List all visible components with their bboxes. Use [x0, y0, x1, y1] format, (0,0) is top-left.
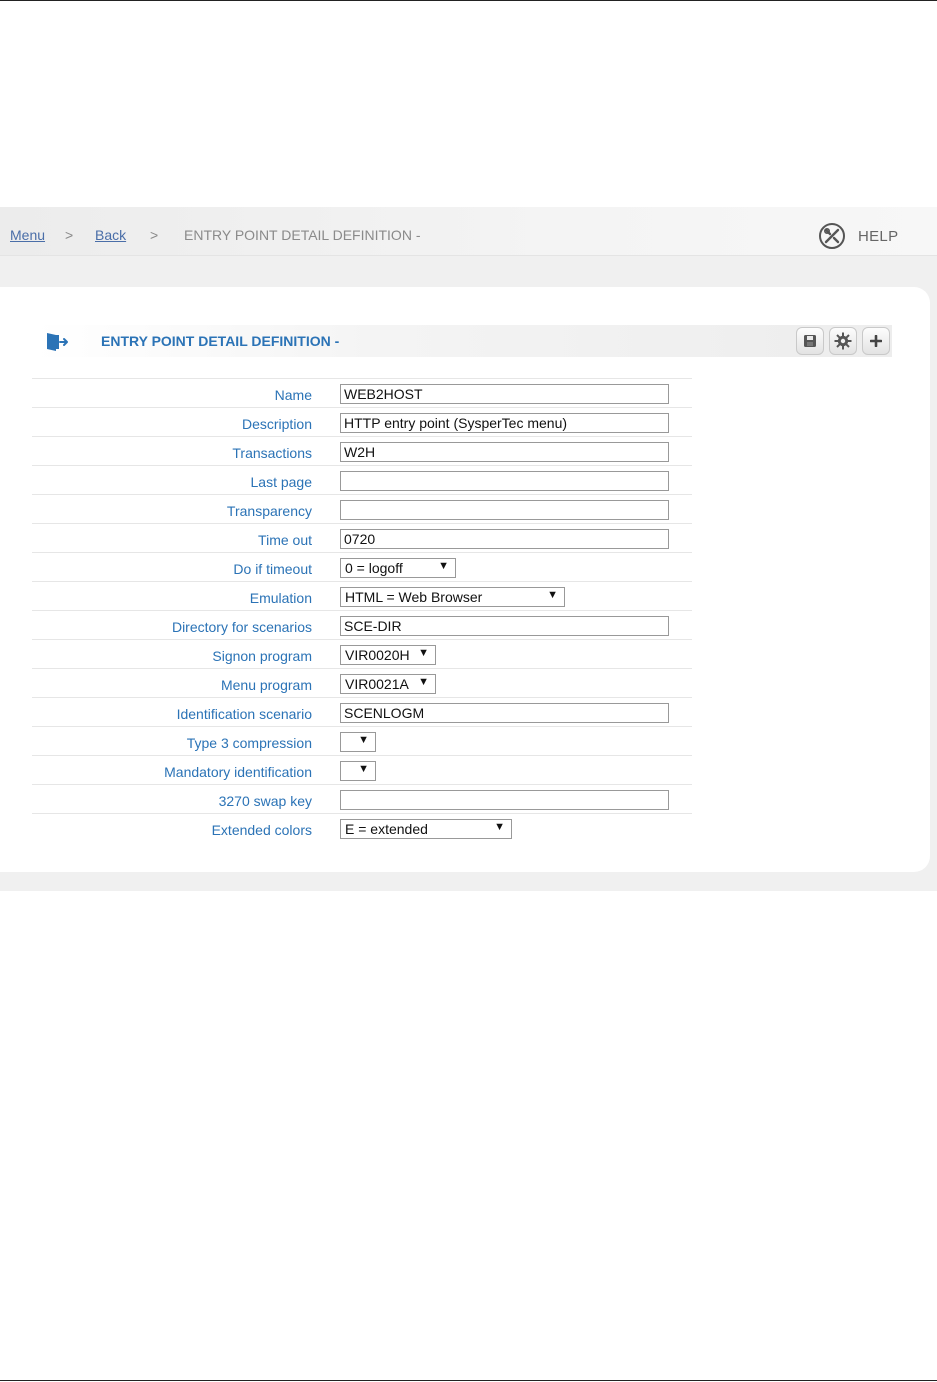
- form-row-time-out: Time out: [32, 523, 692, 552]
- gear-icon: [834, 332, 852, 350]
- form-row-type3-compression: Type 3 compression ▼: [32, 726, 692, 755]
- menu-program-value: VIR0021A: [345, 676, 409, 692]
- do-if-timeout-select[interactable]: 0 = logoff ▼: [340, 558, 456, 578]
- signon-program-label: Signon program: [212, 648, 312, 664]
- form-row-last-page: Last page: [32, 465, 692, 494]
- name-label: Name: [274, 387, 312, 403]
- mandatory-identification-select[interactable]: ▼: [340, 761, 376, 781]
- help-label: HELP: [858, 227, 899, 245]
- form-row-extended-colors: Extended colors E = extended ▼: [32, 813, 692, 842]
- description-label: Description: [241, 416, 312, 432]
- extended-colors-value: E = extended: [345, 821, 428, 837]
- application-screenshot: Menu > Back > ENTRY POINT DETAIL DEFINIT…: [0, 207, 937, 891]
- dropdown-arrow-icon: ▼: [418, 647, 429, 659]
- transparency-input[interactable]: [340, 500, 669, 520]
- time-out-label: Time out: [258, 532, 312, 548]
- time-out-input[interactable]: [340, 529, 669, 549]
- identification-scenario-input[interactable]: [340, 703, 669, 723]
- type3-compression-label: Type 3 compression: [186, 735, 312, 751]
- transactions-label: Transactions: [232, 445, 312, 461]
- breadcrumb-back-link[interactable]: Back: [95, 227, 126, 243]
- tools-icon: [819, 223, 845, 249]
- form-row-do-if-timeout: Do if timeout 0 = logoff ▼: [32, 552, 692, 581]
- breadcrumb-separator: >: [65, 227, 74, 243]
- page-bottom-rule: [0, 1380, 937, 1381]
- dropdown-arrow-icon: ▼: [358, 734, 369, 746]
- door-exit-icon: [47, 333, 68, 351]
- help-button[interactable]: HELP: [818, 221, 898, 251]
- swap-key-label: 3270 swap key: [218, 793, 312, 809]
- extended-colors-label: Extended colors: [211, 822, 312, 838]
- swap-key-input[interactable]: [340, 790, 669, 810]
- transactions-input[interactable]: [340, 442, 669, 462]
- breadcrumb-menu-link[interactable]: Menu: [10, 227, 45, 243]
- transparency-label: Transparency: [226, 503, 312, 519]
- save-icon: [804, 335, 816, 347]
- section-header: ENTRY POINT DETAIL DEFINITION -: [34, 325, 892, 357]
- do-if-timeout-value: 0 = logoff: [345, 560, 403, 576]
- dropdown-arrow-icon: ▼: [494, 821, 505, 833]
- description-input[interactable]: [340, 413, 669, 433]
- menu-program-select[interactable]: VIR0021A ▼: [340, 674, 436, 694]
- settings-button[interactable]: [829, 327, 857, 355]
- directory-label: Directory for scenarios: [171, 619, 312, 635]
- emulation-select[interactable]: HTML = Web Browser ▼: [340, 587, 565, 607]
- breadcrumb-current: ENTRY POINT DETAIL DEFINITION -: [184, 227, 421, 243]
- type3-compression-select[interactable]: ▼: [340, 732, 376, 752]
- form-row-transparency: Transparency: [32, 494, 692, 523]
- extended-colors-select[interactable]: E = extended ▼: [340, 819, 512, 839]
- entry-point-form: Name Description Transactions Last page …: [32, 378, 692, 842]
- dropdown-arrow-icon: ▼: [438, 560, 449, 572]
- form-row-swap-key: 3270 swap key: [32, 784, 692, 813]
- dropdown-arrow-icon: ▼: [358, 763, 369, 775]
- emulation-label: Emulation: [249, 590, 312, 606]
- emulation-value: HTML = Web Browser: [345, 589, 483, 605]
- dropdown-arrow-icon: ▼: [547, 589, 558, 601]
- form-row-signon-program: Signon program VIR0020H ▼: [32, 639, 692, 668]
- menu-program-label: Menu program: [220, 677, 312, 693]
- form-row-mandatory-identification: Mandatory identification ▼: [32, 755, 692, 784]
- add-button[interactable]: [862, 327, 890, 355]
- dropdown-arrow-icon: ▼: [418, 676, 429, 688]
- section-title: ENTRY POINT DETAIL DEFINITION -: [101, 333, 340, 349]
- directory-input[interactable]: [340, 616, 669, 636]
- form-row-transactions: Transactions: [32, 436, 692, 465]
- form-row-name: Name: [32, 378, 692, 407]
- mandatory-identification-label: Mandatory identification: [164, 764, 312, 780]
- signon-program-value: VIR0020H: [345, 647, 410, 663]
- breadcrumb-separator: >: [150, 227, 159, 243]
- form-row-menu-program: Menu program VIR0021A ▼: [32, 668, 692, 697]
- breadcrumb: Menu > Back > ENTRY POINT DETAIL DEFINIT…: [0, 207, 937, 256]
- do-if-timeout-label: Do if timeout: [233, 561, 312, 577]
- form-row-identification-scenario: Identification scenario: [32, 697, 692, 726]
- identification-scenario-label: Identification scenario: [176, 706, 312, 722]
- form-row-description: Description: [32, 407, 692, 436]
- plus-icon: [870, 335, 882, 347]
- detail-panel: ENTRY POINT DETAIL DEFINITION - Name WEB…: [0, 287, 930, 872]
- last-page-label: Last page: [250, 474, 313, 490]
- form-row-directory: Directory for scenarios: [32, 610, 692, 639]
- save-button[interactable]: [796, 327, 824, 355]
- page-top-rule: [0, 0, 937, 1]
- signon-program-select[interactable]: VIR0020H ▼: [340, 645, 436, 665]
- form-row-emulation: Emulation HTML = Web Browser ▼: [32, 581, 692, 610]
- last-page-input[interactable]: [340, 471, 669, 491]
- name-input[interactable]: [340, 384, 669, 404]
